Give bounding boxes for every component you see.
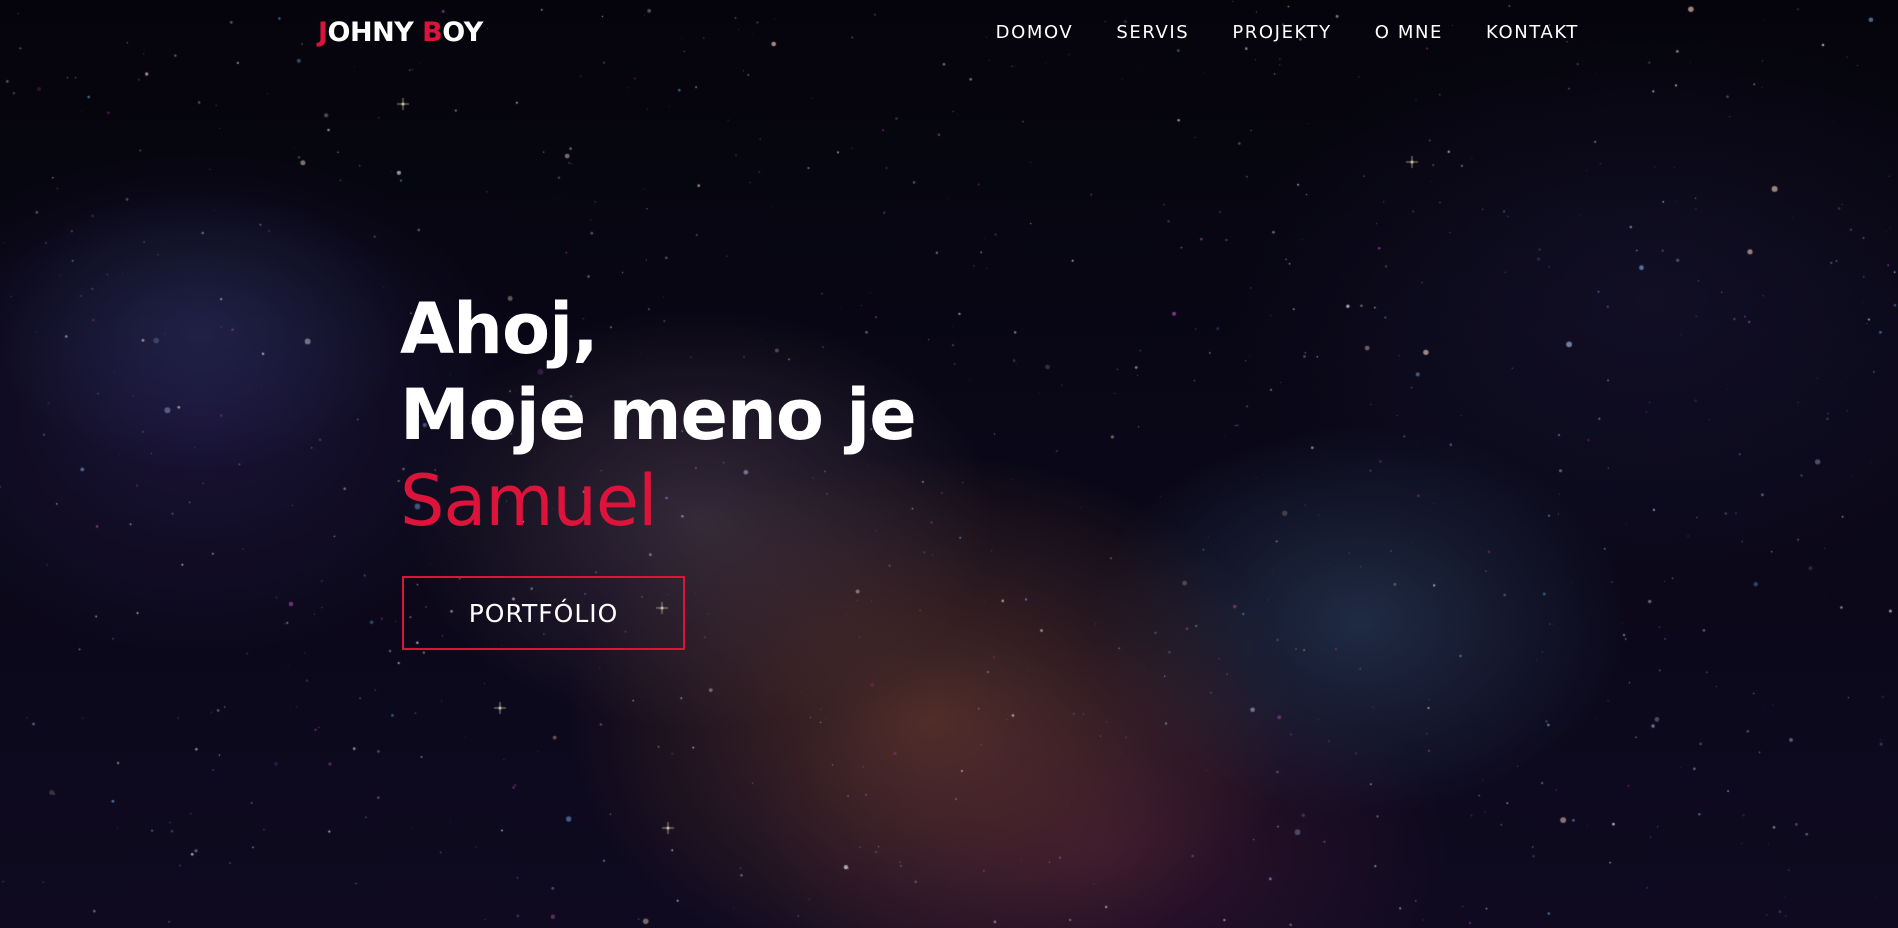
portfolio-button[interactable]: PORTFÓLIO — [402, 576, 685, 650]
logo-last-rest: OY — [442, 17, 483, 48]
hero-content: Ahoj, Moje meno je Samuel PORTFÓLIO — [400, 286, 917, 650]
hero-section: JOHNY BOY DOMOV SERVIS PROJEKTY O MNE KO… — [0, 0, 1898, 928]
nav-item-projekty[interactable]: PROJEKTY — [1232, 20, 1331, 46]
nav-item-domov[interactable]: DOMOV — [996, 20, 1074, 46]
top-navbar: JOHNY BOY DOMOV SERVIS PROJEKTY O MNE KO… — [0, 0, 1898, 66]
logo-initial-j: J — [318, 17, 328, 48]
main-nav: DOMOV SERVIS PROJEKTY O MNE KONTAKT — [996, 20, 1579, 46]
nav-item-kontakt[interactable]: KONTAKT — [1486, 20, 1579, 46]
hero-intro: Moje meno je — [400, 374, 917, 456]
site-logo[interactable]: JOHNY BOY — [318, 16, 483, 50]
nav-item-servis[interactable]: SERVIS — [1116, 20, 1189, 46]
hero-name: Samuel — [400, 460, 657, 542]
starfield-background — [0, 0, 1898, 928]
logo-first-rest: OHNY — [327, 17, 423, 48]
nav-item-o-mne[interactable]: O MNE — [1375, 20, 1443, 46]
logo-initial-b: B — [422, 17, 443, 48]
hero-greeting: Ahoj, — [400, 288, 599, 370]
